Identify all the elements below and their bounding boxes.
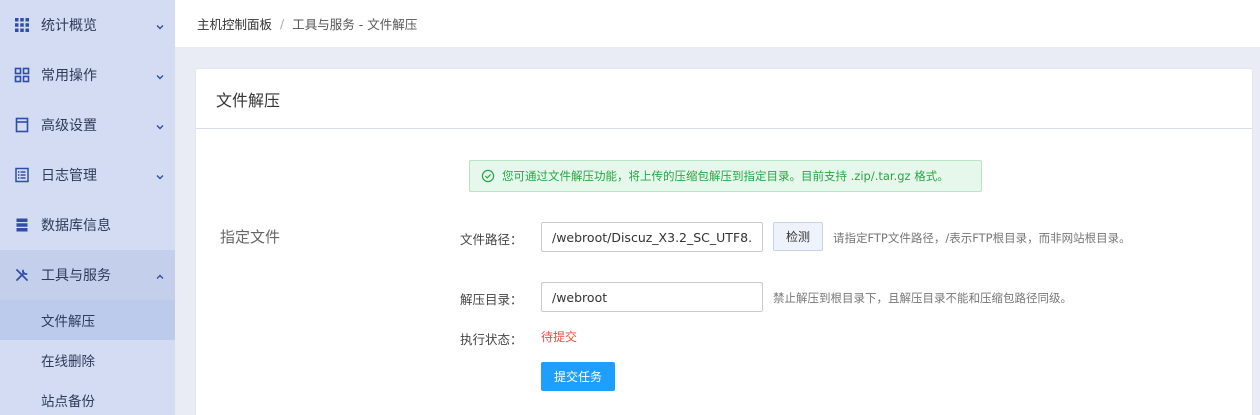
check-button[interactable]: 检测 [773,222,823,251]
tools-icon [14,267,30,283]
grid-dots-icon [14,17,30,33]
sidebar: 统计概览 常用操作 高级设置 日志管理 数据库信息 工具与服务 文件解压 在线删… [0,0,175,415]
sidebar-item-label: 工具与服务 [41,268,111,284]
check-circle-icon [481,169,495,183]
sidebar-item-database[interactable]: 数据库信息 [0,200,175,250]
file-extract-panel: 文件解压 您可通过文件解压功能，将上传的压缩包解压到指定目录。目前支持 .zip… [195,68,1253,415]
submit-task-button[interactable]: 提交任务 [541,362,615,391]
breadcrumb: 主机控制面板 / 工具与服务 - 文件解压 [175,0,1260,47]
sidebar-item-label: 数据库信息 [41,218,111,234]
chevron-down-icon [155,20,165,30]
info-alert: 您可通过文件解压功能，将上传的压缩包解压到指定目录。目前支持 .zip/.tar… [469,160,982,192]
sidebar-subitem-online-delete[interactable]: 在线删除 [0,340,175,380]
file-path-label: 文件路径： [460,232,523,247]
sidebar-item-logs[interactable]: 日志管理 [0,150,175,200]
file-path-input[interactable] [541,222,763,252]
alert-text: 您可通过文件解压功能，将上传的压缩包解压到指定目录。目前支持 .zip/.tar… [502,169,949,183]
sidebar-item-tools[interactable]: 工具与服务 [0,250,175,300]
sidebar-item-advanced-settings[interactable]: 高级设置 [0,100,175,150]
breadcrumb-home-link[interactable]: 主机控制面板 [197,14,272,33]
breadcrumb-current: 工具与服务 - 文件解压 [292,17,418,32]
chevron-up-icon [155,270,165,280]
sidebar-item-label: 统计概览 [41,18,97,34]
sidebar-subitem-file-extract[interactable]: 文件解压 [0,300,175,340]
section-label: 指定文件 [220,228,281,246]
file-path-hint: 请指定FTP文件路径，/表示FTP根目录，而非网站根目录。 [833,231,1131,245]
chevron-down-icon [155,120,165,130]
status-value: 待提交 [541,330,578,344]
chevron-down-icon [155,70,165,80]
breadcrumb-separator: / [280,16,285,31]
sidebar-item-common-ops[interactable]: 常用操作 [0,50,175,100]
panel-title: 文件解压 [196,69,1252,129]
list-icon [14,167,30,183]
chevron-down-icon [155,170,165,180]
sidebar-subitem-site-backup[interactable]: 站点备份 [0,380,175,415]
sidebar-item-label: 高级设置 [41,118,97,134]
database-icon [14,217,30,233]
sidebar-item-label: 日志管理 [41,168,97,184]
extract-dir-label: 解压目录： [460,292,523,307]
sidebar-item-label: 常用操作 [41,68,97,84]
extract-dir-hint: 禁止解压到根目录下，且解压目录不能和压缩包路径同级。 [773,291,1072,305]
sidebar-item-overview[interactable]: 统计概览 [0,0,175,50]
status-label: 执行状态： [460,332,523,347]
panel-icon [14,117,30,133]
extract-dir-input[interactable] [541,282,763,312]
four-squares-icon [14,67,30,83]
